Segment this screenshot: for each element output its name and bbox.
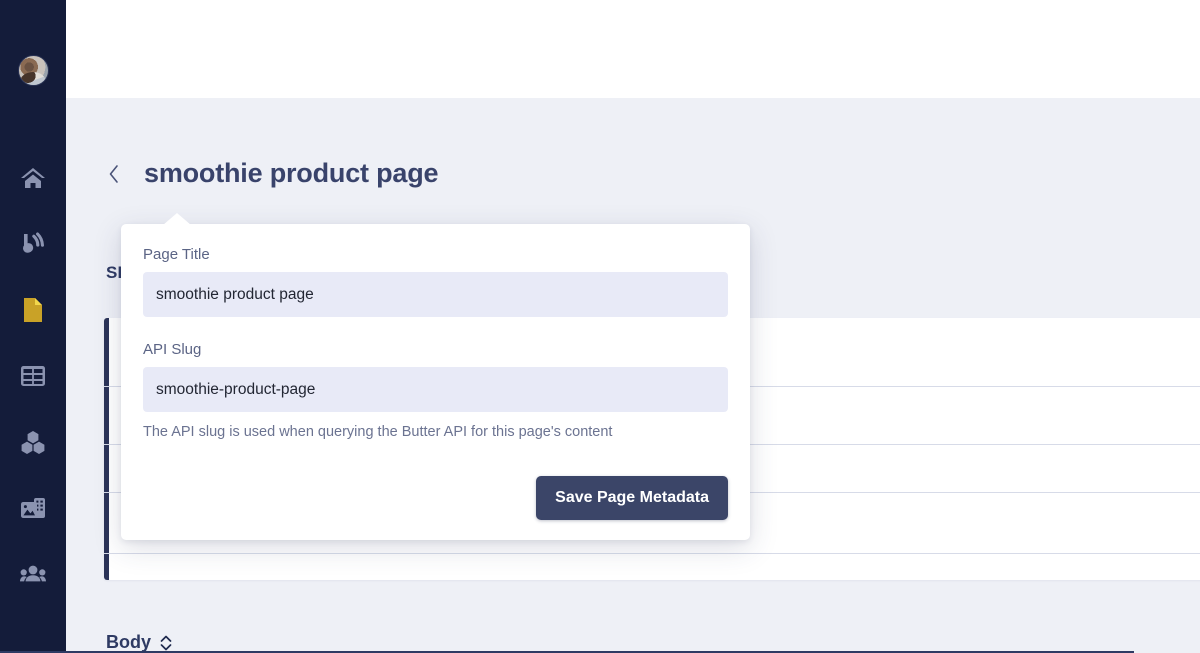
api-slug-help-text: The API slug is used when querying the B… <box>143 424 613 440</box>
api-slug-label: API Slug <box>143 341 202 358</box>
back-button[interactable] <box>106 160 122 188</box>
body-section: Body <box>104 610 1200 653</box>
api-slug-input[interactable] <box>143 367 728 412</box>
sidebar-item-collections[interactable] <box>16 359 50 393</box>
sidebar-item-media[interactable] <box>16 491 50 525</box>
card-accent-bar <box>104 318 109 580</box>
page-title: smoothie product page <box>144 158 439 188</box>
sidebar-item-blog[interactable] <box>16 227 50 261</box>
blog-icon <box>20 232 46 256</box>
page-title-input[interactable] <box>143 272 728 317</box>
body-heading-label: Body <box>106 632 151 652</box>
sidebar-nav <box>16 161 50 591</box>
field-spacer <box>143 317 728 341</box>
popover-tail <box>163 213 191 225</box>
user-avatar[interactable] <box>17 55 49 86</box>
body-section-heading[interactable]: Body <box>106 632 172 653</box>
popover-actions: Save Page Metadata <box>536 476 728 520</box>
media-image-icon <box>20 497 46 519</box>
users-group-icon <box>20 564 46 584</box>
sidebar-item-pages[interactable] <box>16 293 50 327</box>
page-header: smoothie product page <box>106 158 439 189</box>
popover-body: Page Title API Slug The API slug is used… <box>121 224 750 440</box>
pages-icon <box>21 297 45 323</box>
components-blocks-icon <box>20 430 46 454</box>
app-root: smoothie product page SEO Body <box>0 0 1200 653</box>
top-bar <box>66 0 1200 98</box>
sidebar-item-home[interactable] <box>16 161 50 195</box>
home-icon <box>20 166 46 190</box>
chevron-left-icon <box>108 164 120 184</box>
sidebar-item-components[interactable] <box>16 425 50 459</box>
page-title-label: Page Title <box>143 246 210 263</box>
card-row-divider <box>104 553 1200 554</box>
sort-chevrons-icon[interactable] <box>160 635 172 651</box>
save-page-metadata-button[interactable]: Save Page Metadata <box>536 476 728 520</box>
sidebar <box>0 0 66 653</box>
sidebar-item-users[interactable] <box>16 557 50 591</box>
page-metadata-popover: Page Title API Slug The API slug is used… <box>121 213 750 540</box>
collections-table-icon <box>20 365 46 387</box>
